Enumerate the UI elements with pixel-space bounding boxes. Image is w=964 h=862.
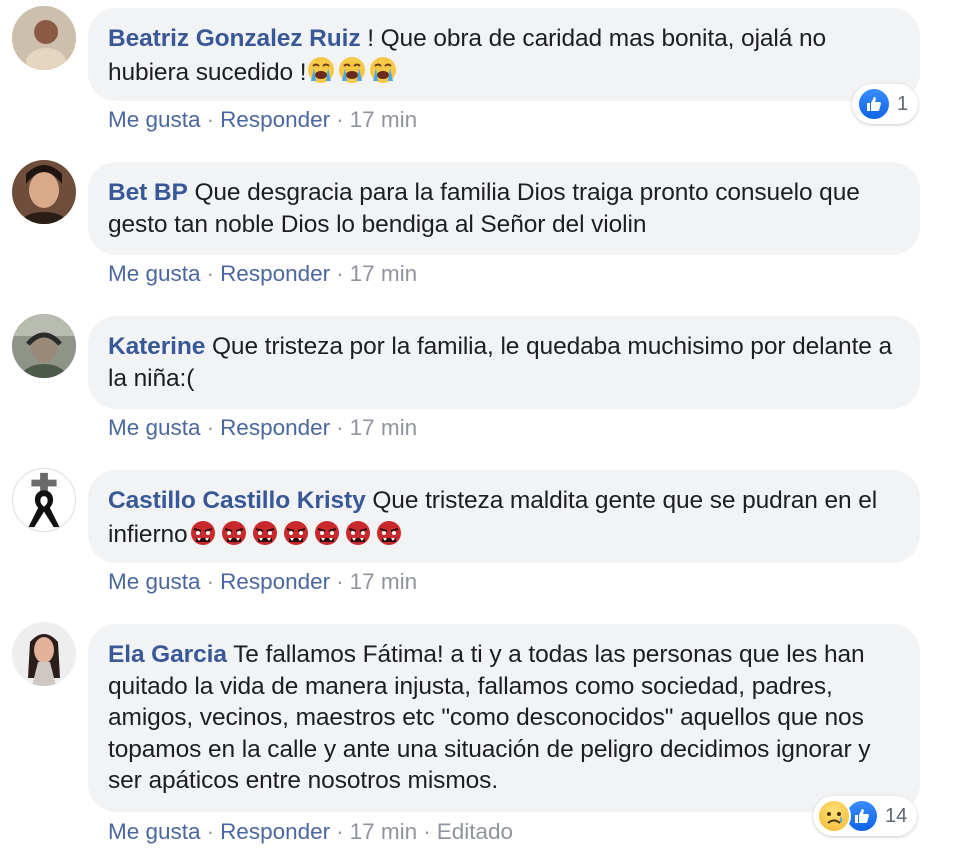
comment-text: Que desgracia para la familia Dios traig… <box>108 179 860 238</box>
crying-face-icon <box>339 56 366 83</box>
ogre-face-icon <box>376 520 401 545</box>
sad-reaction-icon <box>817 799 851 833</box>
ogre-face-icon <box>221 520 246 545</box>
avatar[interactable] <box>12 160 76 224</box>
reply-button[interactable]: Responder <box>220 415 330 440</box>
edited-label[interactable]: Editado <box>437 819 513 844</box>
emoji-group <box>188 520 405 548</box>
crying-face-icon <box>370 56 397 83</box>
comment-actions: Me gusta · Responder · 17 min · Editado <box>108 819 513 845</box>
author-name[interactable]: Katerine <box>108 333 205 360</box>
ogre-face-icon <box>283 520 308 545</box>
comment-timestamp[interactable]: 17 min <box>350 819 418 844</box>
reply-button[interactable]: Responder <box>220 569 330 594</box>
reaction-count: 14 <box>885 804 908 827</box>
separator-dot: · <box>206 569 215 594</box>
comment-bubble: Castillo Castillo Kristy Que tristeza ma… <box>88 470 920 563</box>
comment-timestamp[interactable]: 17 min <box>350 107 418 132</box>
separator-dot: · <box>423 819 431 844</box>
comment-bubble: Ela Garcia Te fallamos Fátima! a ti y a … <box>88 624 920 812</box>
ogre-face-icon <box>345 520 370 545</box>
like-button[interactable]: Me gusta <box>108 415 201 440</box>
like-reaction-icon <box>857 87 891 121</box>
comment-bubble: Beatriz Gonzalez Ruiz ! Que obra de cari… <box>88 8 920 101</box>
separator-dot: · <box>206 415 215 440</box>
author-name[interactable]: Ela Garcia <box>108 641 227 668</box>
comment-actions: Me gusta · Responder · 17 min <box>108 415 417 441</box>
reaction-summary[interactable]: 14 <box>813 796 918 836</box>
like-button[interactable]: Me gusta <box>108 569 201 594</box>
avatar-photo <box>12 160 76 224</box>
comment-bubble: Bet BP Que desgracia para la familia Dio… <box>88 162 920 255</box>
crying-face-icon <box>308 56 335 83</box>
avatar-photo <box>12 6 76 70</box>
avatar[interactable] <box>12 314 76 378</box>
avatar[interactable] <box>12 468 76 532</box>
comment-text: Que tristeza por la familia, le quedaba … <box>108 333 893 392</box>
comment-bubble: Katerine Que tristeza por la familia, le… <box>88 316 920 409</box>
reply-button[interactable]: Responder <box>220 107 330 132</box>
separator-dot: · <box>336 819 344 844</box>
mourning-ribbon-icon <box>28 472 60 528</box>
emoji-group <box>306 56 399 86</box>
author-name[interactable]: Bet BP <box>108 179 188 206</box>
like-button[interactable]: Me gusta <box>108 261 201 286</box>
comment-actions: Me gusta · Responder · 17 min <box>108 261 417 287</box>
separator-dot: · <box>336 569 344 594</box>
reply-button[interactable]: Responder <box>220 261 330 286</box>
comment-actions: Me gusta · Responder · 17 min <box>108 107 417 133</box>
avatar-photo <box>12 622 76 686</box>
ogre-face-icon <box>252 520 277 545</box>
avatar-photo <box>12 314 76 378</box>
comment-actions: Me gusta · Responder · 17 min <box>108 569 417 595</box>
separator-dot: · <box>336 415 344 440</box>
ogre-face-icon <box>314 520 339 545</box>
reply-button[interactable]: Responder <box>220 819 330 844</box>
like-button[interactable]: Me gusta <box>108 819 201 844</box>
comment-timestamp[interactable]: 17 min <box>350 261 418 286</box>
avatar[interactable] <box>12 622 76 686</box>
separator-dot: · <box>206 819 215 844</box>
author-name[interactable]: Beatriz Gonzalez Ruiz <box>108 25 361 52</box>
author-name[interactable]: Castillo Castillo Kristy <box>108 487 366 514</box>
ogre-face-icon <box>190 520 215 545</box>
separator-dot: · <box>206 261 215 286</box>
reaction-count: 1 <box>897 92 909 115</box>
comment-timestamp[interactable]: 17 min <box>350 415 418 440</box>
separator-dot: · <box>336 261 344 286</box>
separator-dot: · <box>206 107 215 132</box>
reaction-summary[interactable]: 1 <box>852 84 919 124</box>
like-button[interactable]: Me gusta <box>108 107 201 132</box>
separator-dot: · <box>336 107 344 132</box>
comment-timestamp[interactable]: 17 min <box>350 569 418 594</box>
avatar[interactable] <box>12 6 76 70</box>
